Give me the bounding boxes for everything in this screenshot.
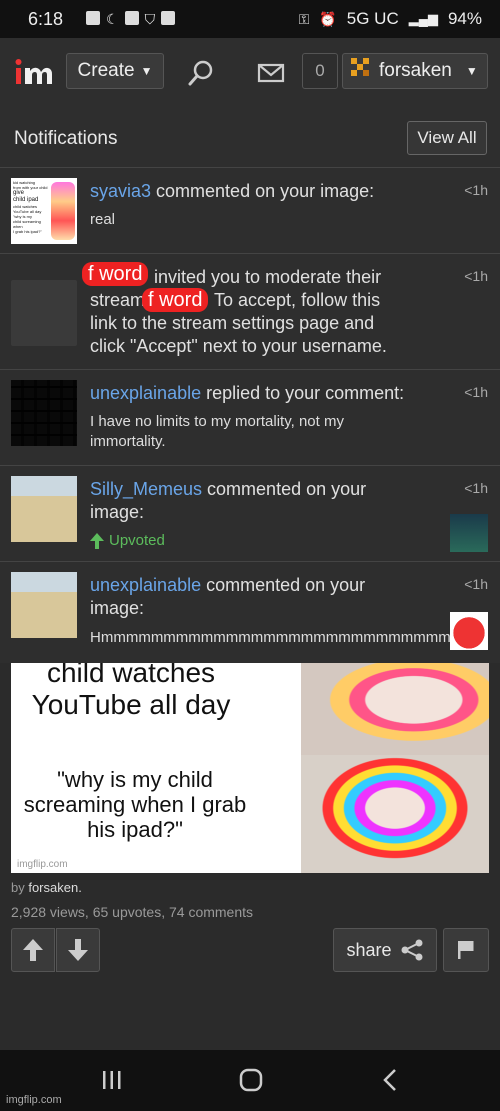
notification-text: unexplainable commented on your image: (90, 574, 410, 620)
imgflip-logo[interactable] (14, 56, 54, 88)
status-right: ⚿ ⏰ 5G UC ▂▄▆ 94% (299, 9, 482, 29)
comment-image-thumbnail[interactable] (450, 612, 488, 650)
battery-label: 94% (447, 9, 482, 28)
notification-action: replied to your comment: (201, 383, 405, 403)
notification-text: syavia3 commented on your image: (90, 180, 450, 203)
upvoted-indicator: Upvoted (90, 532, 165, 549)
mail-app-icon (124, 11, 139, 25)
post-byline: by forsaken. (11, 880, 82, 895)
share-button[interactable]: share (333, 928, 437, 972)
notification-line: link to the stream settings page and (90, 313, 375, 333)
create-label: Create (77, 60, 135, 81)
share-label: share (346, 939, 392, 960)
notification-thumbnail (11, 280, 77, 346)
notification-time: <1h (464, 384, 488, 400)
status-time: 6:18 (28, 9, 64, 29)
notification-item[interactable]: kid watching from with your child give c… (0, 168, 500, 254)
notification-item[interactable]: invited you to moderate their stream. To … (0, 254, 500, 370)
notification-line-part: stream. (90, 290, 151, 310)
user-menu-button[interactable]: forsaken ▼ (342, 53, 488, 89)
author-link[interactable]: forsaken. (28, 880, 81, 895)
meme-watermark: imgflip.com (17, 859, 68, 870)
post-stats: 2,928 views, 65 upvotes, 74 comments (11, 904, 254, 920)
notification-time: <1h (464, 480, 488, 496)
notification-thumbnail: kid watching from with your child give c… (11, 178, 77, 244)
upvote-button[interactable] (11, 928, 55, 972)
image-app-icon (161, 11, 176, 25)
notification-action: commented on your image: (151, 181, 375, 201)
flag-icon (458, 941, 474, 959)
notification-user-link[interactable]: unexplainable (90, 575, 201, 595)
thumb-line: child ipad (13, 197, 39, 203)
notification-user-link[interactable]: syavia3 (90, 181, 151, 201)
home-icon[interactable] (238, 1068, 264, 1097)
notification-body: I have no limits to my mortality, not my… (90, 413, 344, 450)
notifications-header: Notifications View All (0, 108, 500, 168)
moon-icon: ☾ (106, 11, 119, 27)
notification-count[interactable]: 0 (302, 53, 338, 89)
notification-text: Silly_Memeus commented on your image: (90, 478, 410, 524)
caret-down-icon: ▼ (140, 64, 153, 78)
system-nav-bar (0, 1050, 500, 1111)
comment-image-thumbnail[interactable] (450, 514, 488, 552)
thumb-line: give (13, 190, 25, 196)
notification-thumbnail (11, 380, 77, 446)
notifications-panel: Notifications View All kid watching from… (0, 108, 500, 663)
meme-image[interactable]: child watches YouTube all day "why is my… (11, 663, 489, 873)
notification-user-link[interactable]: Silly_Memeus (90, 479, 202, 499)
notification-line: stream. To accept, follow this (90, 289, 430, 312)
clown-top-image (301, 663, 489, 755)
share-icon (401, 939, 423, 961)
notification-item[interactable]: unexplainable replied to your comment: I… (0, 370, 500, 466)
notification-line: click "Accept" next to your username. (90, 336, 387, 356)
redaction-scribble: f word (142, 288, 209, 312)
byline-prefix: by (11, 880, 29, 895)
notification-thumbnail (11, 572, 77, 638)
notification-body: Hmmmmmmmmmmmmmmmmmmmmmmmmmmmmmmm (90, 629, 450, 646)
notification-text: unexplainable replied to your comment: (90, 382, 450, 405)
thumb-line: child screaming when (13, 219, 41, 229)
notification-time: <1h (464, 576, 488, 592)
recents-icon[interactable] (100, 1068, 124, 1097)
meme-text-top: child watches YouTube all day (31, 663, 231, 720)
username-label: forsaken (379, 60, 452, 81)
notification-item[interactable]: unexplainable commented on your image: H… (0, 562, 500, 663)
notification-icon (86, 11, 100, 25)
status-bar: 6:18 ☾ ⛉ ⚿ ⏰ 5G UC ▂▄▆ 94% (0, 0, 500, 38)
status-icons: ☾ ⛉ (86, 11, 176, 28)
notification-thumbnail (11, 476, 77, 542)
redaction-scribble: f word (82, 262, 149, 286)
search-icon[interactable] (186, 58, 216, 88)
arrow-up-icon (90, 532, 104, 549)
thumb-line: I grab his ipad?" (13, 229, 42, 234)
downvote-button[interactable] (56, 928, 100, 972)
view-all-button[interactable]: View All (407, 121, 487, 155)
key-icon: ⚿ (298, 10, 310, 27)
notification-time: <1h (464, 182, 488, 198)
notification-item[interactable]: Silly_Memeus commented on your image: Up… (0, 466, 500, 562)
signal-icon: ▂▄▆ (408, 11, 438, 26)
clown-bottom-image (301, 755, 489, 873)
notification-time: <1h (464, 268, 488, 284)
footer-watermark: imgflip.com (6, 1094, 62, 1106)
notification-user-link[interactable]: unexplainable (90, 383, 201, 403)
notifications-title: Notifications (14, 128, 118, 149)
notification-line-part: To accept, follow this (214, 290, 381, 310)
mail-icon[interactable] (256, 58, 286, 88)
arrow-up-icon (23, 939, 43, 961)
clown-face-icon (51, 182, 75, 240)
caret-down-icon: ▼ (465, 64, 478, 78)
alarm-icon: ⏰ (319, 10, 337, 27)
notification-body: real (90, 211, 116, 228)
network-label: 5G UC (346, 9, 399, 28)
back-icon[interactable] (380, 1068, 400, 1097)
flag-button[interactable] (443, 928, 489, 972)
shield-icon: ⛉ (144, 11, 156, 27)
upvoted-label: Upvoted (109, 532, 165, 549)
meme-card: child watches YouTube all day "why is my… (0, 663, 500, 1050)
create-button[interactable]: Create ▼ (66, 53, 164, 89)
user-avatar-icon (349, 56, 373, 86)
meme-text-bottom: "why is my child screaming when I grab h… (23, 767, 247, 842)
arrow-down-icon (68, 939, 88, 961)
